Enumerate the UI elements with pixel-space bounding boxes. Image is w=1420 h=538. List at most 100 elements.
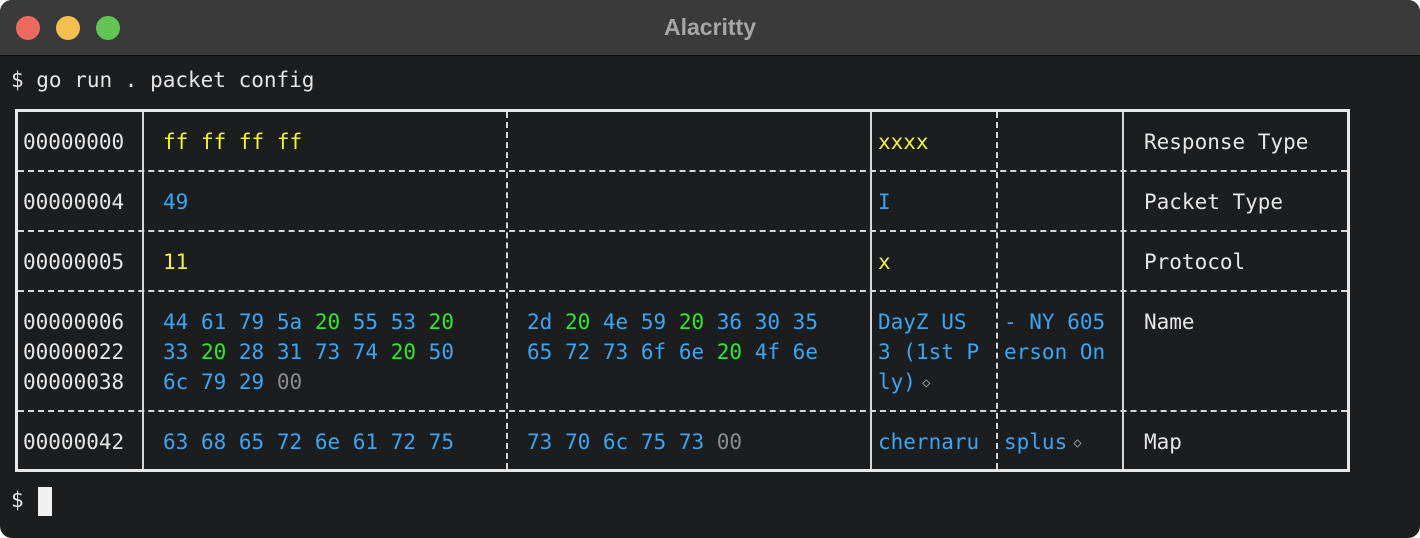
hex-bytes-right: 2d 20 4e 59 20 36 30 35 (527, 307, 818, 337)
hex-bytes-left: ff ff ff ff (163, 127, 302, 157)
ascii-left: chernaru (878, 427, 979, 457)
ascii-right: - NY 605 (1004, 307, 1105, 337)
hex-byte: ff (238, 130, 265, 154)
row-divider (18, 170, 1347, 172)
hex-byte: 20 (200, 340, 227, 364)
hex-bytes-left: 11 (163, 247, 188, 277)
ascii-text: chernaru (878, 430, 980, 454)
hex-byte: 20 (564, 310, 591, 334)
hex-byte: 50 (428, 340, 454, 364)
hex-byte: 79 (200, 370, 227, 394)
hex-byte: 6e (678, 340, 705, 364)
ascii-left: DayZ US (878, 307, 979, 337)
offset-cell: 00000042 (23, 430, 125, 454)
truncation-marker-icon: ◇ (921, 375, 931, 391)
hex-byte: 65 (527, 340, 553, 364)
ascii-text: - NY 605 (1004, 310, 1106, 334)
packet-table: 00000000 ff ff ff ff xxxx Response Type 0000… (15, 109, 1350, 472)
hex-byte: 79 (238, 310, 265, 334)
column-divider (996, 112, 998, 469)
hex-byte: 20 (314, 310, 341, 334)
hex-byte: 4e (602, 310, 629, 334)
ascii-text: splus (1004, 430, 1068, 454)
offset-cell: 00000000 (23, 130, 125, 154)
offset-cell: 00000038 (23, 370, 125, 394)
field-label: Name (1144, 310, 1195, 334)
hex-byte: ff (200, 130, 227, 154)
row-divider (18, 230, 1347, 232)
hex-byte: 72 (390, 430, 417, 454)
hex-byte: 6f (640, 340, 667, 364)
hex-byte: 53 (390, 310, 417, 334)
hex-byte: 68 (200, 430, 227, 454)
window-title: Alacritty (663, 14, 757, 40)
hex-byte: 73 (527, 430, 553, 454)
hex-byte: 6e (314, 430, 341, 454)
hex-byte: 30 (754, 310, 781, 334)
hex-byte: 33 (163, 340, 189, 364)
ascii-text: DayZ US (878, 310, 980, 334)
field-label: Response Type (1144, 130, 1309, 154)
hex-bytes-left: 44 61 79 5a 20 55 53 20 (163, 307, 454, 337)
terminal-window: Alacritty $ go run . packet config 00000… (0, 0, 1420, 538)
hex-byte: 6c (163, 370, 189, 394)
column-divider (506, 112, 508, 469)
hex-byte: 73 (678, 430, 705, 454)
column-divider (870, 112, 872, 469)
hex-byte: 4f (754, 340, 781, 364)
hex-byte: 73 (314, 340, 341, 364)
hex-byte: 55 (352, 310, 379, 334)
hex-byte: 20 (390, 340, 417, 364)
ascii-left: ly) ◇ (878, 367, 930, 400)
ascii-text: xxxx (878, 130, 929, 154)
hex-byte: 72 (276, 430, 303, 454)
hex-byte: 35 (792, 310, 818, 334)
hex-bytes-right: 73 70 6c 75 73 00 (527, 427, 742, 457)
hex-byte: ff (163, 130, 189, 154)
hex-byte: 29 (238, 370, 265, 394)
hex-byte: 70 (564, 430, 591, 454)
hex-byte: 44 (163, 310, 189, 334)
ascii-left: I (878, 187, 891, 217)
ascii-right: erson On (1004, 337, 1105, 367)
hex-byte: 59 (640, 310, 667, 334)
hex-byte: 49 (163, 190, 189, 214)
command-line: $ go run . packet config (11, 68, 315, 92)
hex-bytes-right: 65 72 73 6f 6e 20 4f 6e (527, 337, 818, 367)
field-label: Packet Type (1144, 190, 1284, 214)
offset-cell: 00000006 (23, 310, 125, 334)
field-label: Protocol (1144, 250, 1246, 274)
shell-prompt: $ (11, 488, 24, 512)
hex-byte: 61 (352, 430, 379, 454)
hex-bytes-left: 49 (163, 187, 188, 217)
hex-byte: 31 (276, 340, 303, 364)
hex-byte: 73 (602, 340, 629, 364)
hex-byte: 6c (602, 430, 629, 454)
column-divider (1122, 112, 1124, 469)
ascii-left: 3 (1st P (878, 337, 979, 367)
ascii-text: I (878, 190, 891, 214)
column-divider (142, 112, 144, 469)
hex-bytes-left: 33 20 28 31 73 74 20 50 (163, 337, 454, 367)
hex-byte: 20 (428, 310, 454, 334)
hex-byte: 28 (238, 340, 265, 364)
hex-bytes-left: 63 68 65 72 6e 61 72 75 (163, 427, 454, 457)
field-label: Map (1144, 430, 1182, 454)
hex-byte: 63 (163, 430, 189, 454)
hex-byte: 74 (352, 340, 379, 364)
hex-byte: 75 (640, 430, 667, 454)
hex-byte: 36 (716, 310, 743, 334)
title-bar[interactable]: Alacritty (0, 0, 1420, 56)
hex-byte: 5a (276, 310, 303, 334)
ascii-text: erson On (1004, 340, 1106, 364)
hex-byte: 00 (716, 430, 743, 454)
ascii-text: ly) (878, 370, 916, 394)
offset-cell: 00000022 (23, 340, 125, 364)
hex-byte: 6e (792, 340, 818, 364)
ascii-text: x (878, 250, 891, 274)
text-cursor[interactable] (38, 487, 52, 516)
ascii-right: splus ◇ (1004, 427, 1082, 460)
hex-byte: 65 (238, 430, 265, 454)
hex-byte: 20 (716, 340, 743, 364)
row-divider (18, 290, 1347, 292)
